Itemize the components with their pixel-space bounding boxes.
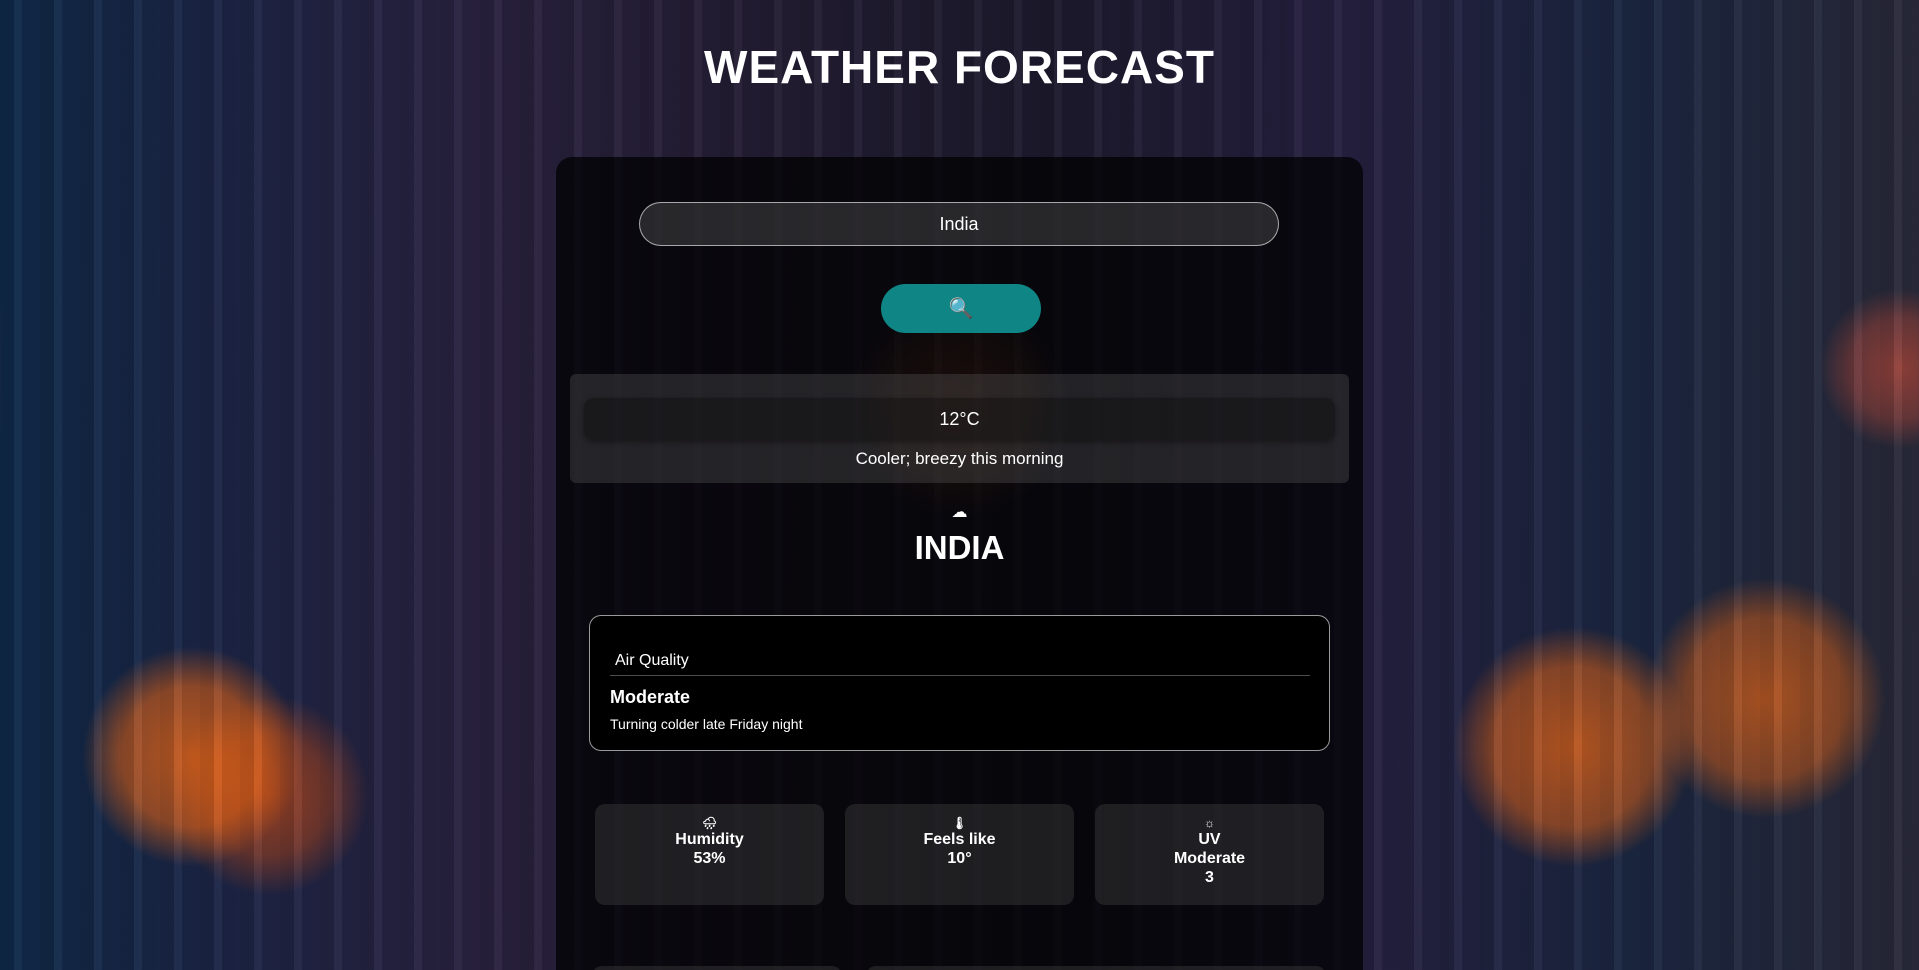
air-quality-description: Turning colder late Friday night — [610, 716, 803, 732]
feels-like-label: Feels like — [923, 831, 996, 848]
rain-cloud-icon: 🌧 — [701, 816, 718, 830]
sun-icon: ☼ — [1204, 816, 1215, 830]
search-icon: 🔍 — [948, 298, 974, 320]
city-name: INDIA — [914, 529, 1005, 566]
condition-text: Cooler; breezy this morning — [855, 449, 1064, 468]
temperature-display: 12°C — [584, 398, 1335, 440]
current-weather-panel: 12°C Cooler; breezy this morning — [570, 374, 1349, 483]
temperature-value: 12°C — [939, 408, 980, 429]
humidity-tile: 🌧 Humidity 53% — [595, 804, 824, 905]
uv-tile: ☼ UV Moderate 3 — [1095, 804, 1324, 905]
air-quality-title: Air Quality — [615, 652, 689, 669]
uv-level: Moderate — [1173, 850, 1246, 867]
feels-like-tile: 🌡 Feels like 10° — [845, 804, 1074, 905]
divider — [610, 675, 1310, 676]
uv-label: UV — [1198, 831, 1221, 848]
feels-like-value: 10° — [947, 850, 972, 867]
search-input[interactable] — [639, 202, 1279, 246]
cloud-icon: ☁ — [951, 504, 968, 521]
weather-card: 🔍 12°C Cooler; breezy this morning ☁ IND… — [556, 157, 1363, 970]
thermometer-icon: 🌡 — [951, 816, 968, 830]
forecast-tile-partial — [592, 966, 842, 970]
humidity-value: 53% — [693, 850, 726, 867]
search-button[interactable]: 🔍 — [881, 284, 1041, 333]
forecast-tile-partial — [866, 966, 1326, 970]
air-quality-level: Moderate — [610, 687, 691, 707]
page-title: WEATHER FORECAST — [704, 41, 1215, 93]
air-quality-panel: Air Quality Moderate Turning colder late… — [589, 615, 1330, 751]
humidity-label: Humidity — [675, 831, 744, 848]
uv-value: 3 — [1205, 869, 1214, 886]
